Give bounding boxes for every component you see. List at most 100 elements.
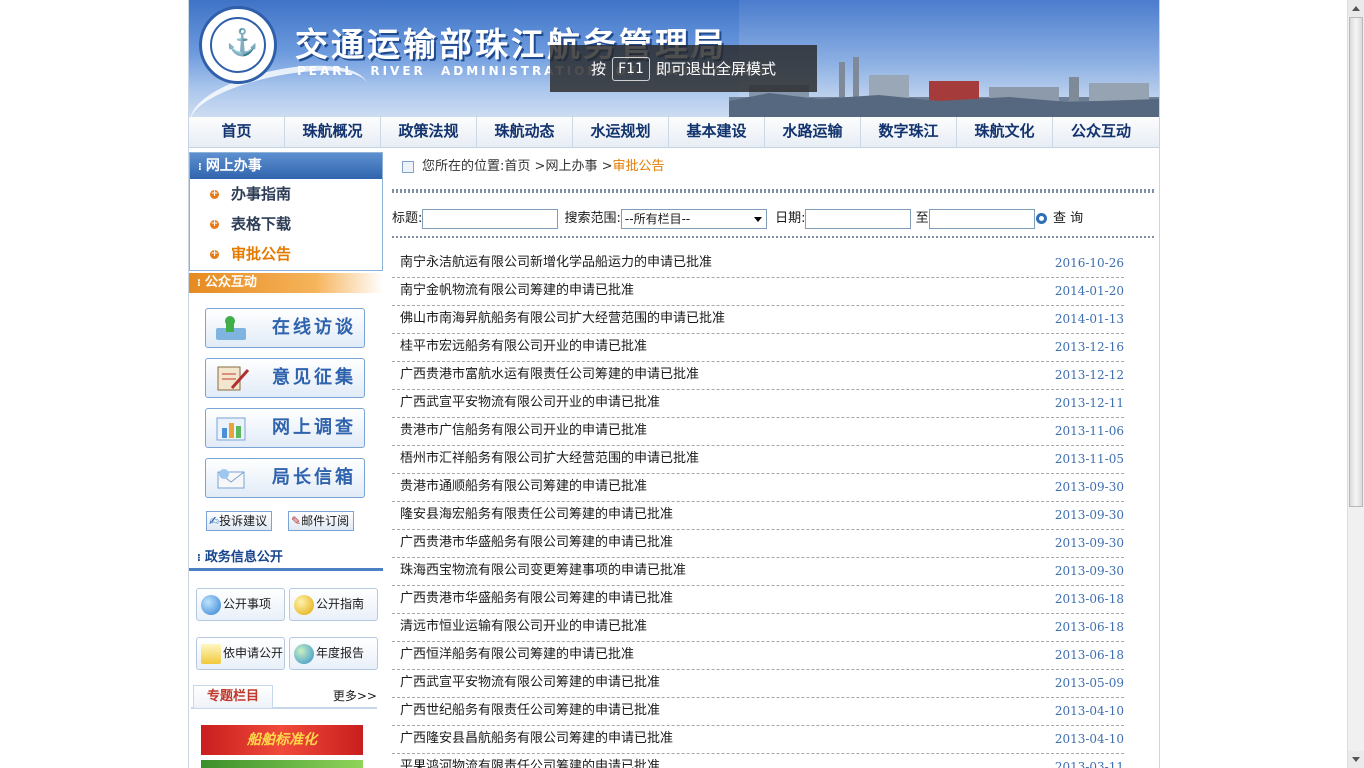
nav-digital[interactable]: 数字珠江: [861, 117, 957, 147]
online-services-box: ⁝ 网上办事 + 办事指南 + 表格下载 + 审批公告: [189, 152, 383, 271]
gov-info-title: 政务信息公开: [204, 550, 283, 565]
title-label: 标题:: [392, 211, 423, 226]
topic-header: 专题栏目 更多>>: [191, 685, 377, 709]
list-item[interactable]: 桂平市宏远船务有限公司开业的申请已批准 2013-12-16: [392, 334, 1124, 362]
list-item[interactable]: 贵港市广信船务有限公司开业的申请已批准 2013-11-06: [392, 418, 1124, 446]
date-label: 日期:: [775, 211, 806, 226]
apply-public-button[interactable]: 依申请公开: [196, 637, 285, 670]
list-item[interactable]: 广西恒洋船务有限公司筹建的申请已批准 2013-06-18: [392, 642, 1124, 670]
announcement-title[interactable]: 贵港市通顺船务有限公司筹建的申请已批准: [400, 474, 647, 500]
nav-culture[interactable]: 珠航文化: [957, 117, 1053, 147]
nav-transport[interactable]: 水路运输: [765, 117, 861, 147]
nav-home[interactable]: 首页: [189, 117, 285, 147]
announcement-title[interactable]: 广西贵港市华盛船务有限公司筹建的申请已批准: [400, 586, 673, 612]
title-input[interactable]: [422, 208, 559, 229]
mail-subscribe-button[interactable]: ✎邮件订阅: [288, 511, 355, 531]
topic-more-link[interactable]: 更多>>: [333, 685, 377, 707]
public-guide-button[interactable]: 公开指南: [289, 588, 378, 621]
chart-icon: [216, 417, 246, 441]
announcement-title[interactable]: 清远市恒业运输有限公司开业的申请已批准: [400, 614, 647, 640]
announcement-title[interactable]: 广西隆安县昌航船务有限公司筹建的申请已批准: [400, 726, 673, 752]
plus-icon: +: [210, 189, 219, 199]
breadcrumb-online[interactable]: 网上办事: [545, 159, 597, 174]
nav-construction[interactable]: 基本建设: [669, 117, 765, 147]
list-item[interactable]: 梧州市汇祥船务有限公司扩大经营范围的申请已批准 2013-11-05: [392, 446, 1124, 474]
fullscreen-suffix: 即可退出全屏模式: [655, 60, 776, 78]
list-item[interactable]: 珠海西宝物流有限公司变更筹建事项的申请已批准 2013-09-30: [392, 558, 1124, 586]
announcement-title[interactable]: 广西贵港市富航水运有限责任公司筹建的申请已批准: [400, 362, 699, 388]
announcement-title[interactable]: 隆安县海宏船务有限责任公司筹建的申请已批准: [400, 502, 673, 528]
nav-news[interactable]: 珠航动态: [477, 117, 573, 147]
pencil-icon: ✎: [291, 514, 302, 528]
list-item[interactable]: 清远市恒业运输有限公司开业的申请已批准 2013-06-18: [392, 614, 1124, 642]
nav-planning[interactable]: 水运规划: [573, 117, 669, 147]
list-item[interactable]: 广西贵港市华盛船务有限公司筹建的申请已批准 2013-06-18: [392, 586, 1124, 614]
scroll-down-button[interactable]: [1348, 751, 1364, 768]
opinion-collect-button[interactable]: 意见征集: [205, 358, 365, 398]
list-item[interactable]: 广西武宣平安物流有限公司开业的申请已批准 2013-12-11: [392, 390, 1124, 418]
announcement-title[interactable]: 梧州市汇祥船务有限公司扩大经营范围的申请已批准: [400, 446, 699, 472]
announcement-title[interactable]: 广西世纪船务有限责任公司筹建的申请已批准: [400, 698, 660, 724]
button-label: 公开指南: [316, 597, 365, 611]
online-survey-button[interactable]: 网上调查: [205, 408, 365, 448]
sidebar-item-approvals[interactable]: + 审批公告: [190, 239, 382, 269]
announcement-title[interactable]: 南宁永洁航运有限公司新增化学品船运力的申请已批准: [400, 250, 712, 276]
announcement-date: 2013-09-30: [1054, 564, 1124, 578]
announcement-date: 2016-10-26: [1054, 256, 1124, 270]
list-item[interactable]: 广西贵港市富航水运有限责任公司筹建的申请已批准 2013-12-12: [392, 362, 1124, 390]
dots-icon: ⁝: [197, 553, 201, 564]
button-label: 在线访谈: [272, 317, 356, 338]
header-banner: ⚓ 交通运输部珠江航务管理局 PEARL RIVER ADMINISTRATIO…: [189, 0, 1159, 117]
online-interview-button[interactable]: 在线访谈: [205, 308, 365, 348]
announcement-title[interactable]: 南宁金帆物流有限公司筹建的申请已批准: [400, 278, 634, 304]
list-item[interactable]: 隆安县海宏船务有限责任公司筹建的申请已批准 2013-09-30: [392, 502, 1124, 530]
list-item[interactable]: 广西贵港市华盛船务有限公司筹建的申请已批准 2013-09-30: [392, 530, 1124, 558]
button-label: 局长信箱: [272, 467, 356, 488]
f11-key: F11: [612, 56, 650, 81]
list-item[interactable]: 广西武宣平安物流有限公司筹建的申请已批准 2013-05-09: [392, 670, 1124, 698]
announcement-title[interactable]: 广西恒洋船务有限公司筹建的申请已批准: [400, 642, 634, 668]
date-from-input[interactable]: [805, 208, 912, 229]
nav-policy[interactable]: 政策法规: [381, 117, 477, 147]
announcement-title[interactable]: 佛山市南海昇航船务有限公司扩大经营范围的申请已批准: [400, 306, 725, 332]
sidebar-item-forms[interactable]: + 表格下载: [190, 209, 382, 239]
nav-overview[interactable]: 珠航概况: [285, 117, 381, 147]
list-item[interactable]: 广西隆安县昌航船务有限公司筹建的申请已批准 2013-04-10: [392, 726, 1124, 754]
list-item[interactable]: 平果鸿河物流有限责任公司筹建的申请已批准 2013-03-11: [392, 754, 1124, 768]
plus-icon: +: [210, 249, 219, 259]
date-to-input[interactable]: [928, 208, 1035, 229]
announcement-title[interactable]: 珠海西宝物流有限公司变更筹建事项的申请已批准: [400, 558, 686, 584]
announcement-date: 2013-06-18: [1054, 592, 1124, 606]
announcement-title[interactable]: 贵港市广信船务有限公司开业的申请已批准: [400, 418, 647, 444]
list-item[interactable]: 佛山市南海昇航船务有限公司扩大经营范围的申请已批准 2014-01-13: [392, 306, 1124, 334]
announcement-title[interactable]: 平果鸿河物流有限责任公司筹建的申请已批准: [400, 754, 660, 768]
announcement-title[interactable]: 广西武宣平安物流有限公司开业的申请已批准: [400, 390, 660, 416]
sidebar-item-guide[interactable]: + 办事指南: [190, 179, 382, 209]
annual-report-button[interactable]: 年度报告: [289, 637, 378, 670]
announcement-title[interactable]: 广西武宣平安物流有限公司筹建的申请已批准: [400, 670, 660, 696]
list-item[interactable]: 广西世纪船务有限责任公司筹建的申请已批准 2013-04-10: [392, 698, 1124, 726]
fullscreen-notice: 按 F11 即可退出全屏模式: [550, 45, 817, 92]
announcement-title[interactable]: 广西贵港市华盛船务有限公司筹建的申请已批准: [400, 530, 673, 556]
nav-public[interactable]: 公众互动: [1053, 117, 1149, 147]
director-mailbox-button[interactable]: 局长信箱: [205, 458, 365, 498]
scroll-up-button[interactable]: [1348, 0, 1364, 17]
ship-standard-banner[interactable]: 船舶标准化: [201, 725, 363, 755]
topic-tab[interactable]: 专题栏目: [193, 685, 273, 708]
scroll-thumb[interactable]: [1349, 17, 1363, 507]
complaint-button[interactable]: ✍投诉建议: [206, 511, 273, 531]
announcement-date: 2013-06-18: [1054, 620, 1124, 634]
breadcrumb-home[interactable]: 首页: [504, 159, 530, 174]
breadcrumb-current[interactable]: 审批公告: [612, 159, 664, 174]
public-items-button[interactable]: 公开事项: [196, 588, 285, 621]
pen-icon: ✍: [209, 514, 220, 528]
query-button[interactable]: 查 询: [1036, 206, 1083, 232]
list-item[interactable]: 南宁金帆物流有限公司筹建的申请已批准 2014-01-20: [392, 278, 1124, 306]
list-item[interactable]: 贵港市通顺船务有限公司筹建的申请已批准 2013-09-30: [392, 474, 1124, 502]
topic-banner-2[interactable]: [201, 760, 363, 768]
range-select[interactable]: --所有栏目--: [620, 208, 767, 229]
announcement-title[interactable]: 桂平市宏远船务有限公司开业的申请已批准: [400, 334, 647, 360]
page-scrollbar[interactable]: [1347, 0, 1364, 768]
mail-icon: [217, 469, 245, 489]
list-item[interactable]: 南宁永洁航运有限公司新增化学品船运力的申请已批准 2016-10-26: [392, 250, 1124, 278]
